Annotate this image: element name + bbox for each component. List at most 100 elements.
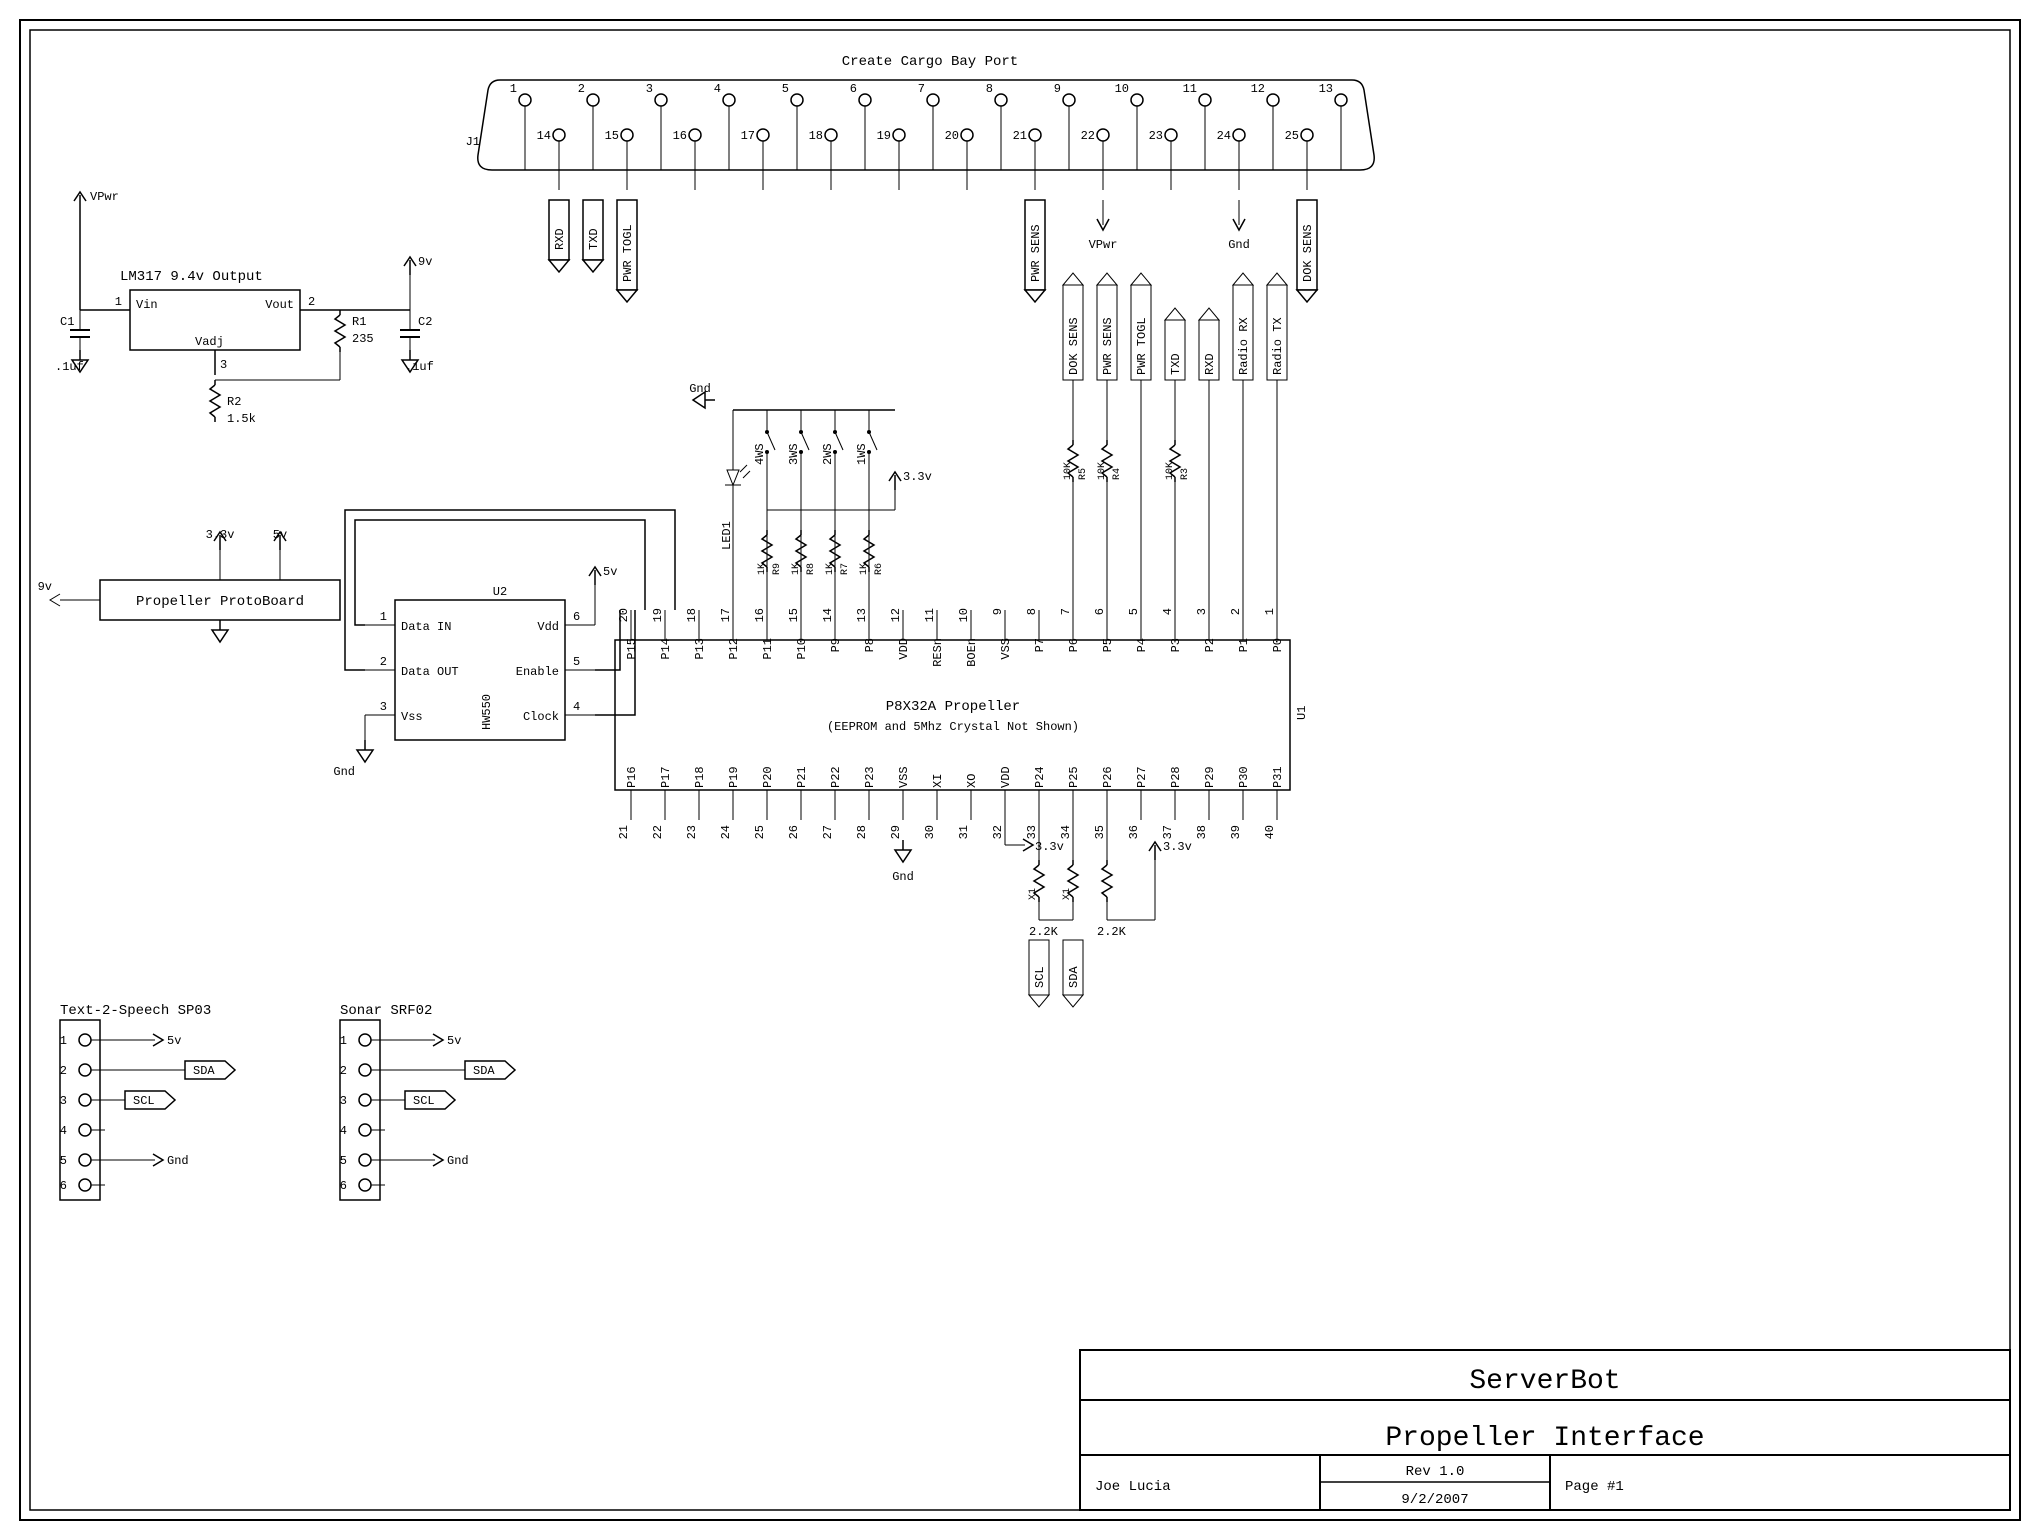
svg-text:6: 6 — [60, 1179, 67, 1193]
svg-text:4: 4 — [1161, 608, 1175, 615]
svg-text:P20: P20 — [761, 766, 775, 788]
title-rev: Rev 1.0 — [1406, 1464, 1465, 1480]
svg-text:LED1: LED1 — [720, 521, 734, 550]
svg-text:P25: P25 — [1067, 766, 1081, 788]
svg-text:VDD: VDD — [897, 638, 911, 660]
svg-text:R2: R2 — [227, 395, 241, 409]
svg-text:P10: P10 — [795, 638, 809, 660]
svg-text:22: 22 — [1081, 129, 1095, 143]
svg-text:R8: R8 — [806, 563, 817, 575]
svg-text:29: 29 — [889, 825, 903, 839]
svg-text:SCL: SCL — [133, 1094, 155, 1108]
svg-text:5: 5 — [340, 1154, 347, 1168]
svg-text:2: 2 — [340, 1064, 347, 1078]
svg-text:Gnd: Gnd — [447, 1154, 469, 1168]
svg-text:P27: P27 — [1135, 766, 1149, 788]
svg-text:1: 1 — [380, 610, 387, 624]
j1-ref: J1 — [466, 135, 480, 149]
svg-text:40: 40 — [1263, 825, 1277, 839]
u1-propeller: P8X32A Propeller (EEPROM and 5Mhz Crysta… — [615, 608, 1309, 839]
svg-text:24: 24 — [719, 825, 733, 839]
svg-text:HW550: HW550 — [480, 694, 494, 730]
svg-text:18: 18 — [809, 129, 823, 143]
svg-text:Propeller ProtoBoard: Propeller ProtoBoard — [136, 594, 304, 610]
svg-text:Radio TX: Radio TX — [1271, 317, 1285, 375]
svg-text:4: 4 — [340, 1124, 347, 1138]
svg-text:25: 25 — [1285, 129, 1299, 143]
svg-text:Clock: Clock — [523, 710, 559, 724]
svg-text:23: 23 — [1149, 129, 1163, 143]
svg-text:P15: P15 — [625, 638, 639, 660]
svg-text:20: 20 — [617, 608, 631, 622]
svg-text:25: 25 — [753, 825, 767, 839]
svg-text:Gnd: Gnd — [333, 765, 355, 779]
svg-text:P12: P12 — [727, 638, 741, 660]
svg-text:10K: 10K — [1097, 462, 1108, 480]
svg-text:3: 3 — [340, 1094, 347, 1108]
cargo-title: Create Cargo Bay Port — [842, 54, 1018, 70]
svg-text:DOK SENS: DOK SENS — [1067, 317, 1081, 375]
svg-text:P11: P11 — [761, 638, 775, 660]
svg-text:32: 32 — [991, 825, 1005, 839]
u1-bottom-pins: 21P16 22P17 23P18 24P19 25P20 26P21 27P2… — [617, 766, 1285, 839]
svg-text:P0: P0 — [1271, 638, 1285, 652]
svg-text:10K: 10K — [1063, 462, 1074, 480]
svg-text:11: 11 — [1183, 82, 1197, 96]
svg-text:2: 2 — [1229, 608, 1243, 615]
svg-text:15: 15 — [787, 608, 801, 622]
svg-text:P4: P4 — [1135, 638, 1149, 652]
svg-text:21: 21 — [1013, 129, 1027, 143]
svg-text:1K: 1K — [757, 563, 768, 575]
svg-text:2: 2 — [308, 295, 315, 309]
svg-text:27: 27 — [821, 825, 835, 839]
svg-text:P18: P18 — [693, 766, 707, 788]
svg-text:14: 14 — [821, 608, 835, 622]
svg-text:PWR SENS: PWR SENS — [1029, 224, 1043, 282]
svg-text:(EEPROM and 5Mhz Crystal Not S: (EEPROM and 5Mhz Crystal Not Shown) — [827, 720, 1079, 734]
svg-text:.1uf: .1uf — [405, 360, 434, 374]
title-block: ServerBot Propeller Interface Joe Lucia … — [1080, 1350, 2010, 1510]
svg-text:X1: X1 — [1028, 888, 1039, 900]
svg-text:9v: 9v — [418, 255, 432, 269]
svg-text:18: 18 — [685, 608, 699, 622]
svg-text:5: 5 — [1127, 608, 1141, 615]
svg-text:39: 39 — [1229, 825, 1243, 839]
svg-text:5v: 5v — [603, 565, 617, 579]
svg-text:VPwr: VPwr — [90, 190, 119, 204]
svg-text:TXD: TXD — [1169, 353, 1183, 375]
svg-text:P7: P7 — [1033, 638, 1047, 652]
svg-text:Sonar SRF02: Sonar SRF02 — [340, 1003, 432, 1019]
svg-text:5v: 5v — [273, 528, 287, 542]
svg-text:38: 38 — [1195, 825, 1209, 839]
svg-text:Data OUT: Data OUT — [401, 665, 459, 679]
svg-text:5: 5 — [782, 82, 789, 96]
svg-text:U1: U1 — [1295, 706, 1309, 720]
svg-text:VDD: VDD — [999, 766, 1013, 788]
svg-text:3: 3 — [646, 82, 653, 96]
svg-text:17: 17 — [719, 608, 733, 622]
svg-text:P9: P9 — [829, 638, 843, 652]
svg-text:1K: 1K — [825, 563, 836, 575]
svg-text:2: 2 — [380, 655, 387, 669]
j1-pin-tags: RXD TXD PWR TOGL PWR SENS VPwr Gnd DOK S… — [549, 200, 1317, 302]
svg-text:16: 16 — [753, 608, 767, 622]
svg-text:P5: P5 — [1101, 638, 1115, 652]
svg-text:P2: P2 — [1203, 638, 1217, 652]
svg-text:Gnd: Gnd — [167, 1154, 189, 1168]
svg-text:Enable: Enable — [516, 665, 559, 679]
svg-text:PWR TOGL: PWR TOGL — [621, 224, 635, 282]
svg-text:Gnd: Gnd — [1228, 238, 1250, 252]
svg-text:4: 4 — [60, 1124, 67, 1138]
svg-text:9: 9 — [991, 608, 1005, 615]
svg-text:10K: 10K — [1165, 462, 1176, 480]
svg-text:LM317 9.4v Output: LM317 9.4v Output — [120, 269, 263, 285]
protoboard: Propeller ProtoBoard 9v 3.3v 5v — [38, 528, 340, 642]
svg-text:1.5k: 1.5k — [227, 412, 256, 426]
svg-text:SCL: SCL — [413, 1094, 435, 1108]
svg-text:Vin: Vin — [136, 298, 158, 312]
switches: 4WS 3WS 2WS 1WS — [753, 410, 877, 470]
svg-text:C2: C2 — [418, 315, 432, 329]
svg-text:P24: P24 — [1033, 766, 1047, 788]
svg-text:P17: P17 — [659, 766, 673, 788]
svg-text:2: 2 — [60, 1064, 67, 1078]
